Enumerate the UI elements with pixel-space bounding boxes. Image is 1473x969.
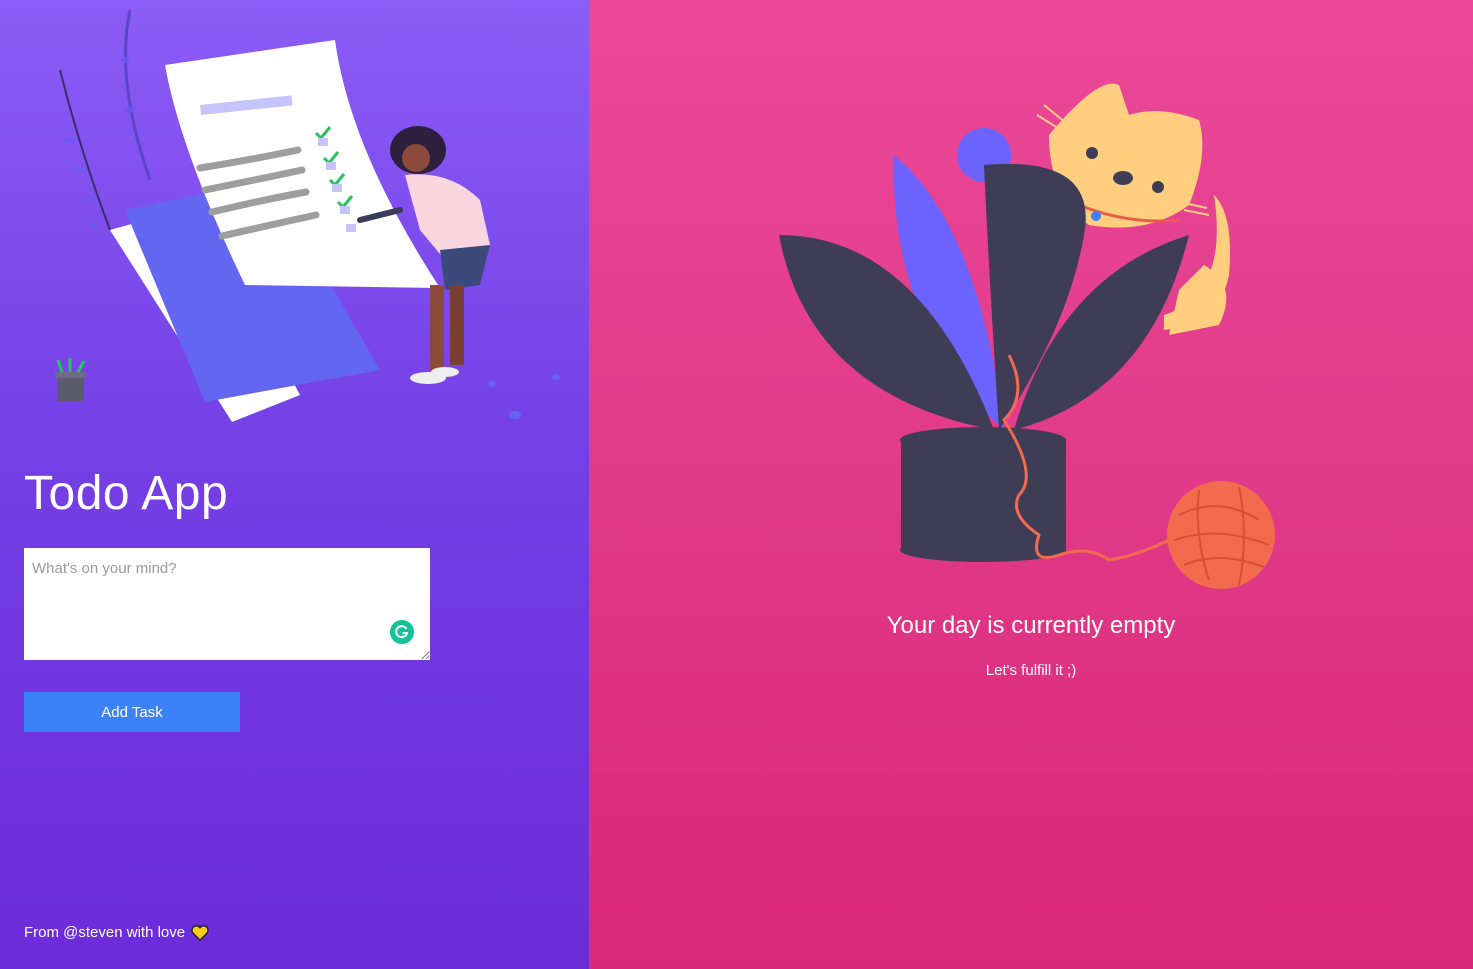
empty-state-subtitle: Let's fulfill it ;): [985, 662, 1077, 679]
footer-text: From @steven with love: [24, 924, 186, 941]
app-title: Todo App: [24, 467, 229, 520]
add-task-button[interactable]: Add Task: [24, 692, 240, 732]
task-input[interactable]: [24, 548, 430, 660]
empty-state-illustration: [779, 83, 1275, 589]
grammarly-icon[interactable]: [390, 620, 414, 644]
heart-icon: [191, 924, 209, 941]
right-panel: Your day is currently empty Let's fulfil…: [589, 0, 1473, 969]
left-panel: Todo App Add Task From @steven with love: [0, 0, 589, 969]
todo-list-illustration: [55, 9, 560, 422]
empty-state-title: Your day is currently empty: [886, 612, 1176, 639]
footer: From @steven with love: [24, 924, 209, 941]
task-input-container: [24, 548, 430, 660]
